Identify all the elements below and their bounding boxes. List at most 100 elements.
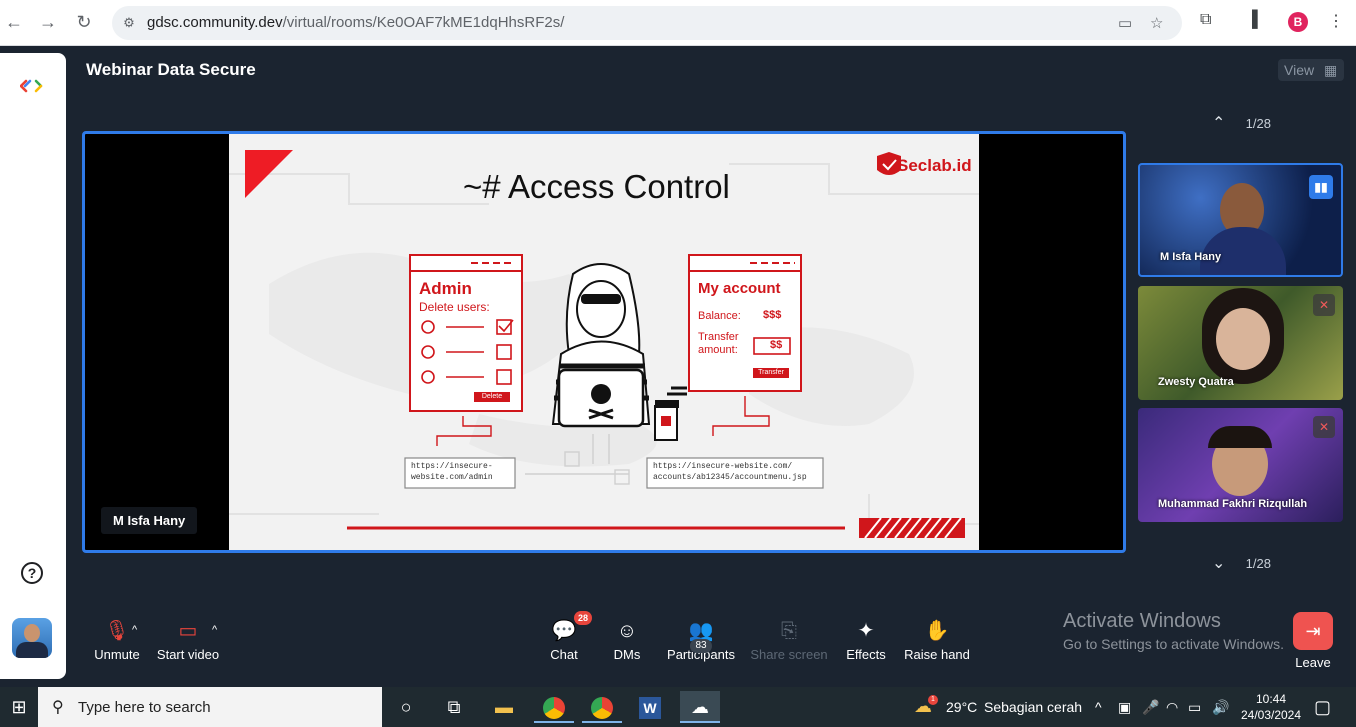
- account-title: My account: [698, 280, 781, 297]
- transfer-label-2: amount:: [698, 344, 738, 356]
- meeting-app-icon[interactable]: ☁: [680, 691, 720, 723]
- main-video-stage[interactable]: ~# Access Control Seclab.id Admin Delete…: [82, 131, 1126, 553]
- chevron-up-icon[interactable]: ^: [212, 624, 217, 636]
- participant-tile[interactable]: ✕ Zwesty Quatra: [1138, 286, 1343, 400]
- transfer-label-1: Transfer: [698, 331, 739, 343]
- shared-slide: ~# Access Control Seclab.id Admin Delete…: [229, 134, 979, 550]
- view-label: View: [1284, 62, 1315, 78]
- windows-taskbar: ⊞ ⚲ Type here to search ○ ⧉ ▬ W ☁ ☁ 1 29…: [0, 687, 1356, 727]
- effects-button[interactable]: ✦ Effects: [844, 617, 888, 662]
- smile-icon: ☺: [616, 620, 638, 642]
- cortana-icon[interactable]: ○: [386, 691, 426, 723]
- back-icon[interactable]: ←: [2, 10, 26, 34]
- bookmark-star-icon[interactable]: ☆: [1150, 14, 1163, 32]
- participant-name: Muhammad Fakhri Rizqullah: [1158, 498, 1308, 510]
- side-panel-icon[interactable]: ▌: [1252, 11, 1263, 29]
- extensions-icon[interactable]: ⧉: [1200, 11, 1211, 29]
- search-icon: ⚲: [52, 699, 64, 716]
- forward-icon[interactable]: →: [36, 10, 60, 34]
- chevron-up-icon[interactable]: ^: [1095, 699, 1102, 715]
- activate-windows-subtitle: Go to Settings to activate Windows.: [1063, 636, 1284, 652]
- transfer-button: Transfer: [758, 369, 784, 376]
- weather-desc[interactable]: Sebagian cerah: [984, 699, 1082, 715]
- video-off-icon: ▭: [178, 620, 198, 642]
- clock-date: 24/03/2024: [1240, 708, 1302, 722]
- pager-bottom[interactable]: ⌄ 1/28: [1212, 553, 1271, 573]
- dms-label: DMs: [613, 647, 641, 662]
- camera-icon[interactable]: ▭: [1118, 14, 1132, 32]
- reload-icon[interactable]: ↻: [72, 10, 96, 34]
- battery-icon[interactable]: ▭: [1188, 699, 1201, 716]
- chrome-icon[interactable]: [534, 691, 574, 723]
- participant-tile[interactable]: ▮▮ M Isfa Hany: [1138, 163, 1343, 277]
- participant-name: M Isfa Hany: [1160, 251, 1222, 263]
- leave-button[interactable]: ⇥: [1293, 612, 1333, 650]
- weather-temp[interactable]: 29°C: [946, 699, 977, 715]
- page-indicator-top: 1/28: [1245, 116, 1271, 131]
- avatar[interactable]: [12, 618, 52, 658]
- slide-brand: Seclab.id: [897, 156, 972, 175]
- file-explorer-icon[interactable]: ▬: [484, 691, 524, 723]
- raise-hand-button[interactable]: ✋ Raise hand: [904, 617, 970, 662]
- start-video-button[interactable]: ▭ Start video: [156, 617, 220, 662]
- participant-tile[interactable]: ✕ Muhammad Fakhri Rizqullah: [1138, 408, 1343, 522]
- participants-count-badge: 83: [690, 639, 712, 653]
- view-button[interactable]: View ▦: [1278, 59, 1344, 81]
- chat-count-badge: 28: [574, 611, 592, 625]
- url-admin-line1: https://insecure-: [411, 462, 493, 471]
- chevron-up-icon[interactable]: ⌃: [1212, 113, 1232, 133]
- meet-now-icon[interactable]: ▣: [1118, 699, 1131, 716]
- left-rail: ?: [0, 53, 66, 679]
- share-screen-label: Share screen: [750, 647, 828, 662]
- profile-avatar[interactable]: B: [1288, 12, 1308, 32]
- gdsc-logo-icon[interactable]: [20, 79, 46, 93]
- raise-hand-label: Raise hand: [904, 647, 970, 662]
- url-host: gdsc.community.dev: [147, 14, 283, 31]
- mic-muted-icon: ✕: [1313, 416, 1335, 438]
- pager-top[interactable]: ⌃ 1/28: [1212, 113, 1271, 133]
- wifi-icon[interactable]: ◠: [1166, 699, 1178, 716]
- admin-delete-button: Delete: [481, 393, 503, 400]
- word-icon[interactable]: W: [630, 691, 670, 723]
- url-account-line1: https://insecure-website.com/: [653, 462, 793, 471]
- chrome-profile-icon[interactable]: [582, 691, 622, 723]
- dms-button[interactable]: ☺ DMs: [610, 617, 644, 662]
- slide-heading: ~# Access Control: [463, 168, 730, 205]
- leave-label: Leave: [1295, 655, 1331, 670]
- balance-label: Balance:: [698, 310, 741, 322]
- browser-toolbar: ← → ↻ ⚙ gdsc.community.dev/virtual/rooms…: [0, 0, 1356, 46]
- weather-badge: 1: [928, 695, 938, 705]
- page-title: Webinar Data Secure: [86, 60, 256, 79]
- help-icon[interactable]: ?: [21, 562, 43, 584]
- unmute-label: Unmute: [94, 647, 140, 662]
- effects-label: Effects: [846, 647, 886, 662]
- menu-kebab-icon[interactable]: ⋮: [1328, 11, 1344, 31]
- url-text[interactable]: gdsc.community.dev/virtual/rooms/Ke0OAF7…: [147, 14, 564, 31]
- speaking-indicator-icon: ▮▮: [1309, 175, 1333, 199]
- share-screen-button[interactable]: ⎘ Share screen: [750, 617, 828, 662]
- address-bar[interactable]: ⚙ gdsc.community.dev/virtual/rooms/Ke0OA…: [112, 6, 1182, 40]
- microphone-icon[interactable]: 🎤: [1142, 699, 1159, 716]
- search-placeholder: Type here to search: [78, 699, 211, 716]
- participant-video-face: [1216, 308, 1270, 370]
- task-view-icon[interactable]: ⧉: [434, 691, 474, 723]
- sparkle-icon: ✦: [857, 620, 875, 642]
- start-video-label: Start video: [156, 647, 220, 662]
- chevron-up-icon[interactable]: ^: [132, 624, 137, 636]
- url-admin-line2: website.com/admin: [411, 473, 493, 482]
- share-screen-icon: ⎘: [781, 620, 797, 642]
- chevron-down-icon[interactable]: ⌄: [1212, 553, 1232, 573]
- activate-windows-title: Activate Windows: [1063, 610, 1221, 632]
- notification-icon[interactable]: ▢: [1314, 697, 1331, 718]
- transfer-value: $$: [770, 339, 783, 351]
- hand-icon: ✋: [924, 620, 950, 642]
- windows-start-icon[interactable]: ⊞: [0, 687, 38, 727]
- clock-time: 10:44: [1255, 692, 1287, 706]
- participant-name: Zwesty Quatra: [1158, 376, 1234, 388]
- taskbar-search[interactable]: ⚲ Type here to search: [38, 687, 382, 727]
- volume-icon[interactable]: 🔊: [1212, 699, 1229, 716]
- site-settings-icon[interactable]: ⚙: [120, 14, 138, 32]
- exit-icon: ⇥: [1305, 621, 1321, 641]
- url-path: /virtual/rooms/Ke0OAF7kME1dqHhsRF2s/: [282, 14, 565, 31]
- clock[interactable]: 10:44 24/03/2024: [1236, 691, 1306, 723]
